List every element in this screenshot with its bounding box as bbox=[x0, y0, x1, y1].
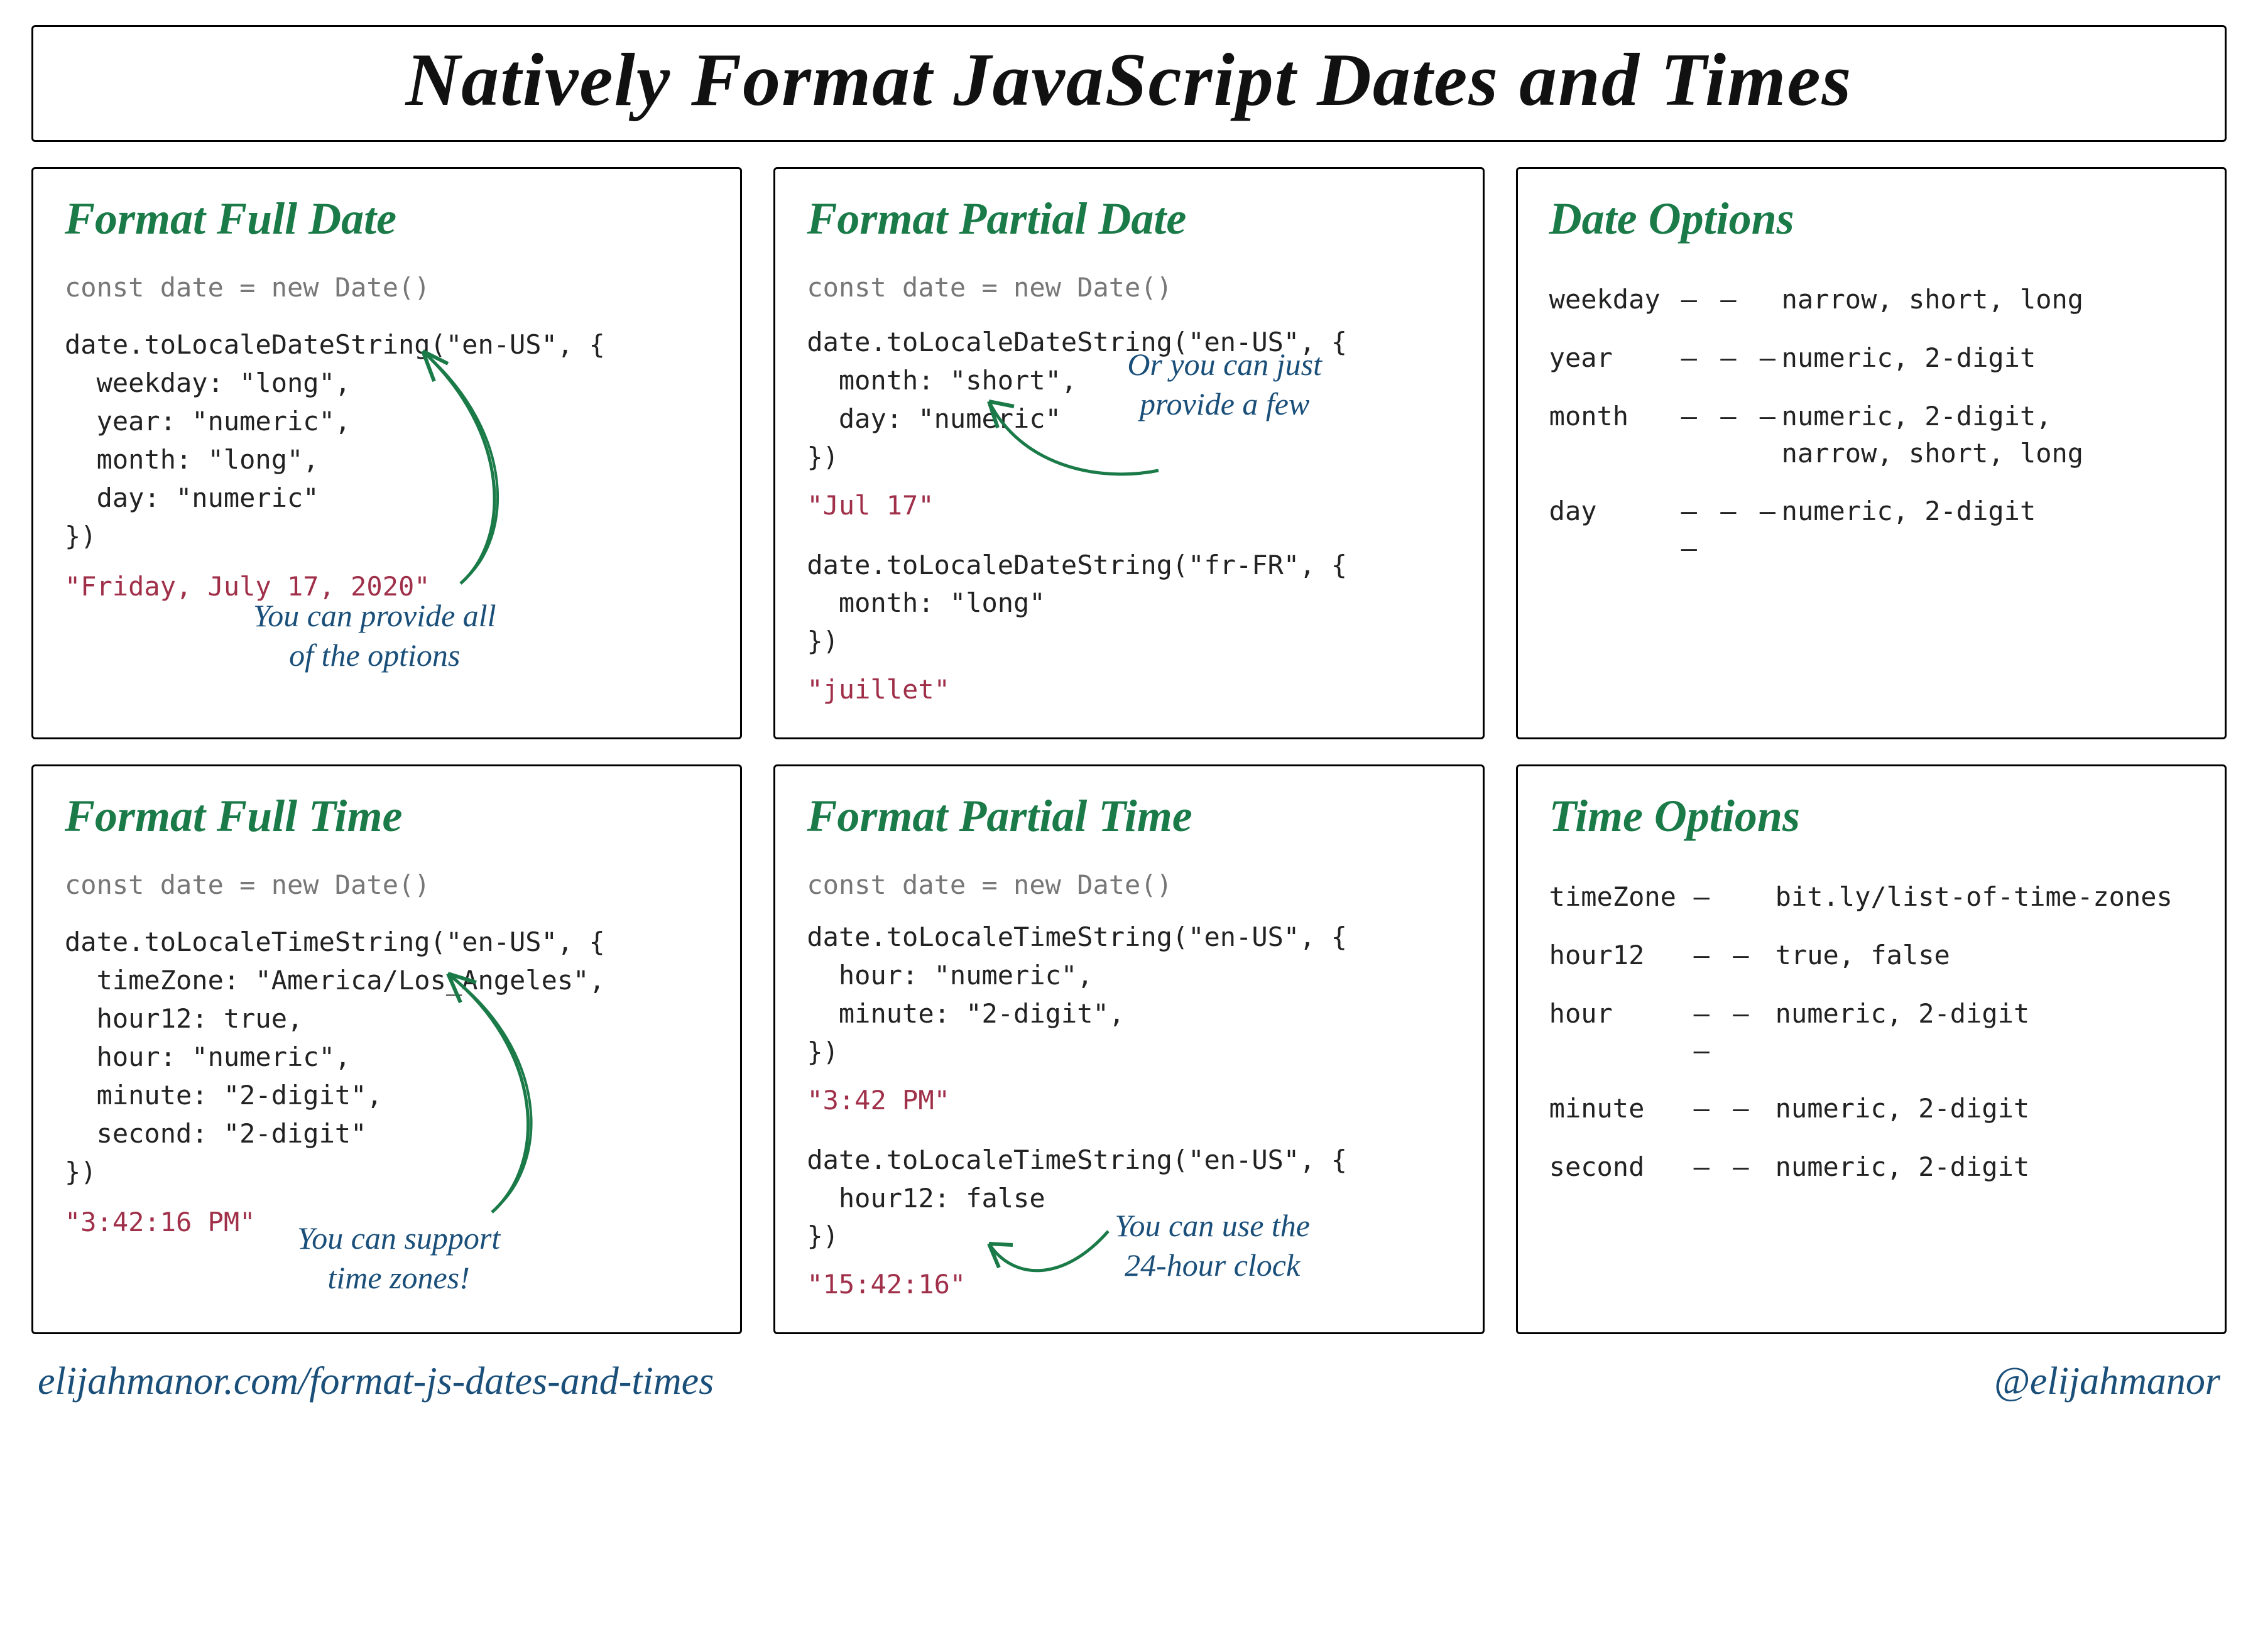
card-format-partial-time: Format Partial Time const date = new Dat… bbox=[773, 764, 1484, 1334]
card-date-options: Date Options weekday — — narrow, short, … bbox=[1516, 167, 2227, 739]
opt-key: weekday bbox=[1549, 281, 1681, 318]
footer: elijahmanor.com/format-js-dates-and-time… bbox=[31, 1359, 2227, 1404]
card-title: Format Full Time bbox=[65, 791, 709, 841]
code-result: "Jul 17" bbox=[807, 487, 1451, 525]
card-time-options: Time Options timeZone — bit.ly/list-of-t… bbox=[1516, 764, 2227, 1334]
options-list: timeZone — bit.ly/list-of-time-zones hou… bbox=[1549, 879, 2193, 1186]
option-row: weekday — — narrow, short, long bbox=[1549, 281, 2193, 318]
opt-dash: — — — bbox=[1694, 996, 1775, 1070]
card-title: Time Options bbox=[1549, 791, 2193, 841]
code-block: date.toLocaleTimeString("en-US", { hour:… bbox=[807, 918, 1451, 1072]
annotation: You can support time zones! bbox=[297, 1219, 500, 1297]
opt-key: hour12 bbox=[1549, 937, 1694, 974]
code-block: date.toLocaleDateString("en-US", { weekd… bbox=[65, 326, 709, 555]
opt-key: hour bbox=[1549, 996, 1694, 1033]
opt-dash: — — bbox=[1681, 281, 1782, 318]
card-title: Format Partial Date bbox=[807, 194, 1451, 244]
code-decl: const date = new Date() bbox=[65, 269, 709, 307]
opt-dash: — — bbox=[1694, 1149, 1775, 1186]
option-row: day — — — — numeric, 2-digit bbox=[1549, 493, 2193, 567]
option-row: hour12 — — true, false bbox=[1549, 937, 2193, 974]
option-row: hour — — — numeric, 2-digit bbox=[1549, 996, 2193, 1070]
footer-handle[interactable]: @elijahmanor bbox=[1994, 1359, 2220, 1404]
opt-dash: — — — bbox=[1681, 398, 1782, 435]
opt-key: timeZone bbox=[1549, 879, 1694, 916]
card-format-full-date: Format Full Date const date = new Date()… bbox=[31, 167, 742, 739]
annotation: You can provide all of the options bbox=[253, 596, 496, 675]
opt-vals: numeric, 2-digit, narrow, short, long bbox=[1782, 398, 2193, 472]
card-title: Format Partial Time bbox=[807, 791, 1451, 841]
opt-vals: numeric, 2-digit bbox=[1775, 1149, 2193, 1186]
opt-dash: — — bbox=[1694, 937, 1775, 974]
option-row: minute — — numeric, 2-digit bbox=[1549, 1090, 2193, 1128]
opt-vals: narrow, short, long bbox=[1782, 281, 2193, 318]
opt-key: year bbox=[1549, 340, 1681, 377]
opt-vals: numeric, 2-digit bbox=[1775, 1090, 2193, 1128]
code-block: date.toLocaleDateString("fr-FR", { month… bbox=[807, 546, 1451, 661]
card-format-full-time: Format Full Time const date = new Date()… bbox=[31, 764, 742, 1334]
opt-dash: — — bbox=[1694, 1090, 1775, 1128]
opt-key: month bbox=[1549, 398, 1681, 435]
code-result: "juillet" bbox=[807, 671, 1451, 709]
opt-vals: numeric, 2-digit bbox=[1782, 340, 2193, 377]
card-grid: Format Full Date const date = new Date()… bbox=[31, 167, 2227, 1334]
code-decl: const date = new Date() bbox=[807, 866, 1451, 905]
opt-dash: — — — — bbox=[1681, 493, 1782, 567]
options-list: weekday — — narrow, short, long year — —… bbox=[1549, 281, 2193, 567]
opt-dash: — bbox=[1694, 879, 1775, 916]
card-title: Format Full Date bbox=[65, 194, 709, 244]
card-format-partial-date: Format Partial Date const date = new Dat… bbox=[773, 167, 1484, 739]
opt-key: minute bbox=[1549, 1090, 1694, 1128]
footer-url[interactable]: elijahmanor.com/format-js-dates-and-time… bbox=[38, 1359, 714, 1404]
annotation: You can use the 24-hour clock bbox=[1115, 1206, 1310, 1285]
code-decl: const date = new Date() bbox=[65, 866, 709, 905]
opt-vals: true, false bbox=[1775, 937, 2193, 974]
opt-vals: numeric, 2-digit bbox=[1775, 996, 2193, 1033]
title-box: Natively Format JavaScript Dates and Tim… bbox=[31, 25, 2227, 142]
code-block: date.toLocaleTimeString("en-US", { timeZ… bbox=[65, 923, 709, 1191]
annotation: Or you can just provide a few bbox=[1127, 345, 1322, 423]
code-result: "3:42 PM" bbox=[807, 1082, 1451, 1120]
option-row: month — — — numeric, 2-digit, narrow, sh… bbox=[1549, 398, 2193, 472]
code-decl: const date = new Date() bbox=[807, 269, 1451, 307]
opt-vals: numeric, 2-digit bbox=[1782, 493, 2193, 530]
opt-dash: — — — bbox=[1681, 340, 1782, 377]
opt-vals: bit.ly/list-of-time-zones bbox=[1775, 879, 2193, 916]
option-row: year — — — numeric, 2-digit bbox=[1549, 340, 2193, 377]
page-title: Natively Format JavaScript Dates and Tim… bbox=[406, 38, 1853, 121]
card-title: Date Options bbox=[1549, 194, 2193, 244]
opt-key: second bbox=[1549, 1149, 1694, 1186]
option-row: timeZone — bit.ly/list-of-time-zones bbox=[1549, 879, 2193, 916]
option-row: second — — numeric, 2-digit bbox=[1549, 1149, 2193, 1186]
opt-key: day bbox=[1549, 493, 1681, 530]
